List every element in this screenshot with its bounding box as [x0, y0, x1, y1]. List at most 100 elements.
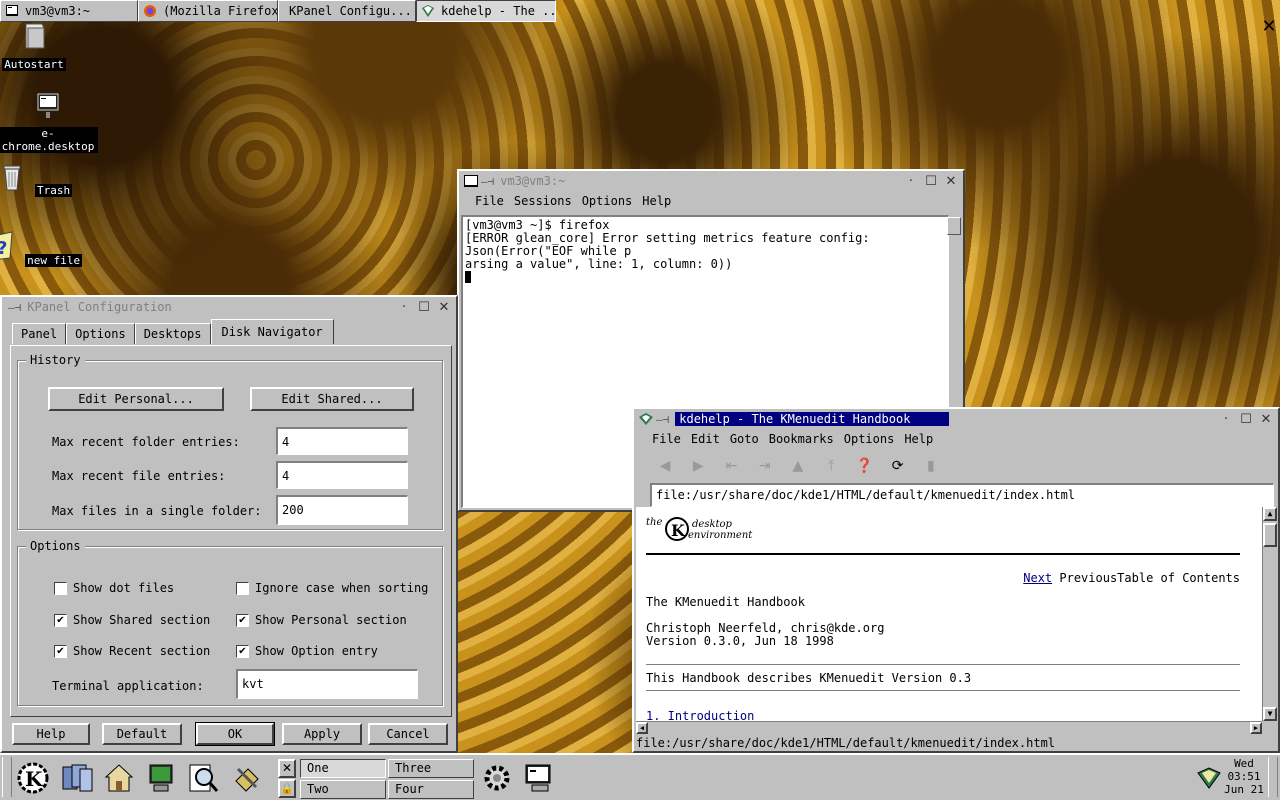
checkbox-show-personal[interactable]: ✔ Show Personal section	[236, 613, 407, 627]
task-label: vm3@vm3:~	[25, 4, 91, 18]
desktop-button-three[interactable]: Three	[388, 759, 474, 778]
maximize-icon[interactable]: ☐	[923, 174, 939, 189]
kde-menu-button[interactable]: K	[14, 759, 52, 797]
edit-shared-button[interactable]: Edit Shared...	[250, 387, 414, 411]
menu-file[interactable]: File	[652, 432, 681, 446]
desktop-button-two[interactable]: Two	[300, 780, 386, 799]
checkbox-show-dot-files[interactable]: Show dot files	[54, 581, 174, 595]
toc-item[interactable]: 1. Introduction	[646, 709, 754, 721]
minimize-icon[interactable]: ·	[903, 174, 919, 189]
menu-help[interactable]: Help	[642, 194, 671, 208]
vertical-scrollbar[interactable]: ▲ ▼	[1262, 507, 1277, 721]
window-list-button[interactable]	[58, 759, 96, 797]
settings-button[interactable]	[478, 759, 516, 797]
panel-handle[interactable]	[2, 757, 12, 797]
next-link[interactable]: Next	[1023, 571, 1052, 585]
desktop-icon-chrome[interactable]: e-chrome.desktop	[0, 90, 98, 153]
home-button[interactable]	[100, 759, 138, 797]
scrollbar-up[interactable]	[947, 217, 961, 235]
tab-disk-navigator[interactable]: Disk Navigator	[210, 319, 334, 344]
stop-icon[interactable]: ▮	[920, 455, 942, 477]
close-icon[interactable]: ✕	[1260, 18, 1278, 36]
tray-icon[interactable]	[1196, 765, 1222, 791]
clock[interactable]: Wed 03:51 Jun 21	[1222, 757, 1266, 796]
checkbox-show-option-entry[interactable]: ✔ Show Option entry	[236, 644, 378, 658]
edit-personal-button[interactable]: Edit Personal...	[48, 387, 224, 411]
desktop-icon-trash[interactable]: Trash	[0, 160, 84, 197]
terminal-titlebar[interactable]: —⊣ vm3@vm3:~ · ☐ ✕	[459, 171, 963, 191]
maximize-icon[interactable]: ☐	[416, 300, 432, 315]
desktop-icon-new-file[interactable]: ? new file	[0, 230, 84, 267]
desktop-icon-autostart[interactable]: Autostart	[0, 20, 84, 71]
desktop-icon-label: Trash	[35, 184, 73, 197]
maximize-icon[interactable]: ☐	[1238, 412, 1254, 427]
help-button[interactable]: Help	[12, 723, 90, 745]
menu-options[interactable]: Options	[582, 194, 633, 208]
terminal-button[interactable]	[520, 759, 558, 797]
max-file-input[interactable]: 4	[276, 461, 408, 489]
desktop-button-four[interactable]: Four	[388, 780, 474, 799]
control-center-button[interactable]	[142, 759, 180, 797]
desktop-button-one[interactable]: One	[300, 759, 386, 778]
scroll-down-icon[interactable]: ▼	[1263, 707, 1277, 721]
help-book-icon[interactable]: ❓	[853, 455, 875, 477]
back-icon[interactable]: ◀	[654, 455, 676, 477]
logout-icon[interactable]: ✕	[278, 759, 296, 778]
menu-options[interactable]: Options	[844, 432, 895, 446]
task-terminal[interactable]: vm3@vm3:~	[0, 0, 138, 22]
task-kdehelp[interactable]: kdehelp - The ...	[416, 0, 556, 22]
checkbox-show-shared[interactable]: ✔ Show Shared section	[54, 613, 210, 627]
pin-icon[interactable]: —⊣	[481, 175, 494, 188]
prev-page-icon[interactable]: ⇤	[720, 455, 742, 477]
top-icon[interactable]: ⤒	[820, 455, 842, 477]
apply-button[interactable]: Apply	[282, 723, 362, 745]
close-icon[interactable]: ✕	[943, 174, 959, 189]
scroll-left-icon[interactable]: ◀	[636, 722, 648, 734]
doc-author: Christoph Neerfeld, chris@kde.org	[646, 621, 885, 635]
svg-text:?: ?	[0, 238, 7, 259]
task-firefox[interactable]: (Mozilla Firefox)	[138, 0, 278, 22]
next-page-icon[interactable]: ⇥	[754, 455, 776, 477]
tab-options[interactable]: Options	[66, 323, 135, 344]
forward-icon[interactable]: ▶	[687, 455, 709, 477]
tab-desktops[interactable]: Desktops	[134, 323, 211, 344]
panel-handle-right[interactable]	[1268, 757, 1278, 797]
toc-link[interactable]: 1. Introduction	[646, 709, 754, 721]
up-icon[interactable]: ▲	[787, 455, 809, 477]
pin-icon[interactable]: —⊣	[8, 301, 21, 314]
taskbar: vm3@vm3:~ (Mozilla Firefox) KPanel Confi…	[0, 0, 556, 22]
horizontal-scrollbar[interactable]: ◀ ▶	[636, 721, 1262, 734]
task-kpanel[interactable]: KPanel Configu...	[278, 0, 416, 22]
pin-icon[interactable]: —⊣	[656, 413, 669, 426]
kdehelp-titlebar[interactable]: —⊣ kdehelp - The KMenuedit Handbook · ☐ …	[634, 409, 1278, 429]
max-folder-input[interactable]: 4	[276, 427, 408, 455]
minimize-icon[interactable]: ·	[396, 300, 412, 315]
tools-button[interactable]	[228, 759, 266, 797]
url-input[interactable]: file:/usr/share/doc/kde1/HTML/default/km…	[650, 483, 1274, 507]
close-icon[interactable]: ✕	[436, 300, 452, 315]
scroll-thumb[interactable]	[1263, 523, 1277, 547]
menu-goto[interactable]: Goto	[730, 432, 759, 446]
default-button[interactable]: Default	[102, 723, 182, 745]
menu-help[interactable]: Help	[904, 432, 933, 446]
checkbox-show-recent[interactable]: ✔ Show Recent section	[54, 644, 210, 658]
menu-file[interactable]: File	[475, 194, 504, 208]
checkbox-ignore-case[interactable]: Ignore case when sorting	[236, 581, 428, 595]
lock-icon[interactable]: 🔒	[278, 779, 296, 798]
max-single-input[interactable]: 200	[276, 495, 408, 525]
menu-edit[interactable]: Edit	[691, 432, 720, 446]
options-label: Options	[26, 539, 85, 553]
scroll-right-icon[interactable]: ▶	[1250, 722, 1262, 734]
minimize-icon[interactable]: ·	[1218, 412, 1234, 427]
menu-bookmarks[interactable]: Bookmarks	[769, 432, 834, 446]
reload-icon[interactable]: ⟳	[887, 455, 909, 477]
tab-panel[interactable]: Panel	[12, 323, 67, 344]
kpanel-titlebar[interactable]: —⊣ KPanel Configuration · ☐ ✕	[2, 297, 456, 317]
close-icon[interactable]: ✕	[1258, 412, 1274, 427]
scroll-up-icon[interactable]: ▲	[1263, 507, 1277, 521]
menu-sessions[interactable]: Sessions	[514, 194, 572, 208]
terminal-app-input[interactable]: kvt	[236, 669, 418, 699]
ok-button[interactable]: OK	[195, 722, 275, 746]
cancel-button[interactable]: Cancel	[368, 723, 448, 745]
find-files-button[interactable]	[184, 759, 222, 797]
